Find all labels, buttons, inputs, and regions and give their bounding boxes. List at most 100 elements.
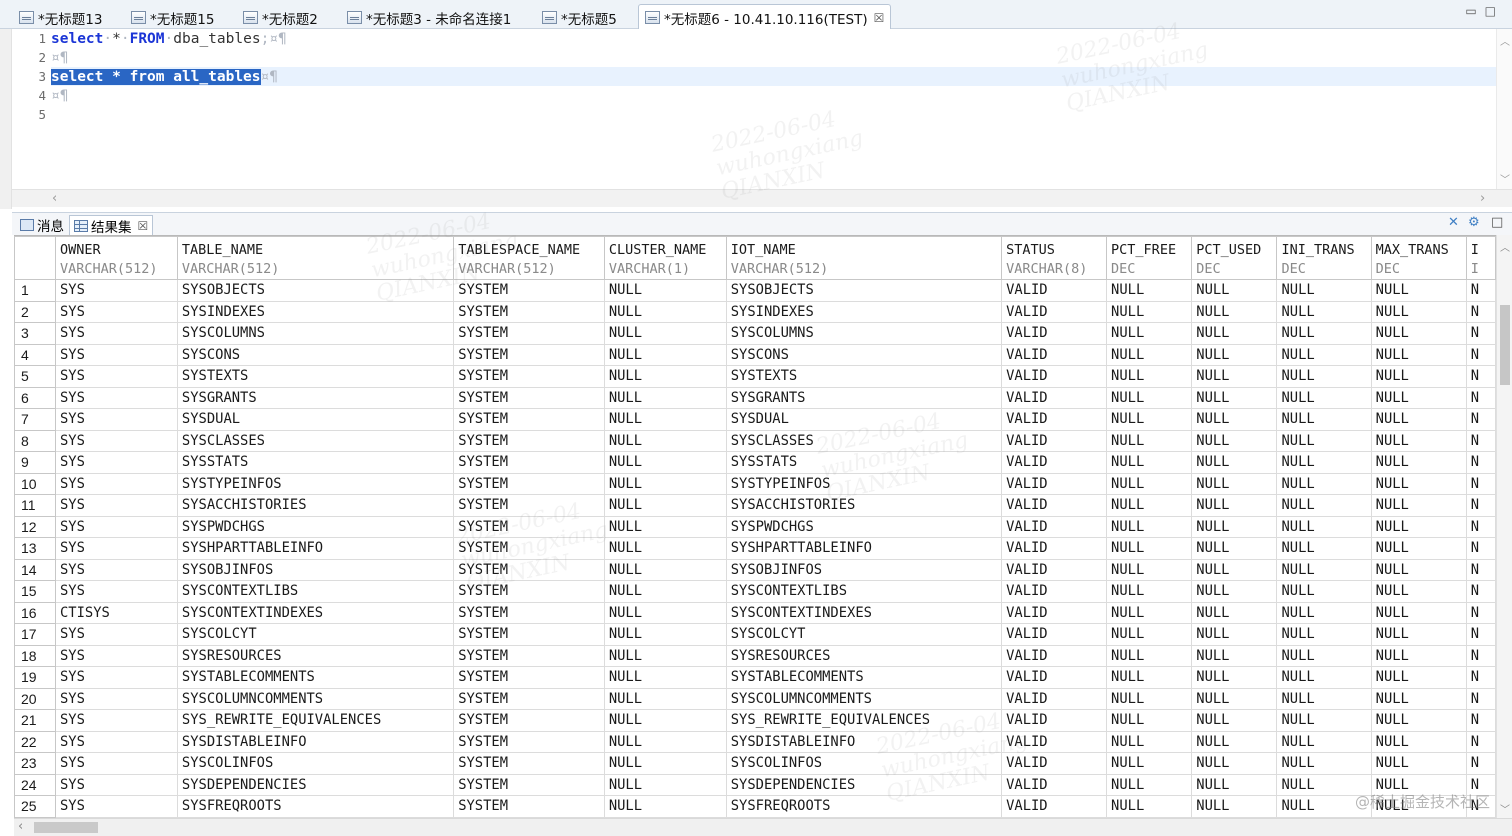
tab-untitled-5[interactable]: *无标题5: [535, 5, 624, 29]
table-cell[interactable]: NULL: [1370, 730, 1467, 753]
table-cell[interactable]: NULL: [603, 515, 727, 538]
table-cell[interactable]: NULL: [1276, 494, 1372, 517]
table-cell[interactable]: NULL: [1191, 580, 1278, 603]
table-cell[interactable]: NULL: [1106, 408, 1193, 431]
table-cell[interactable]: NULL: [603, 709, 727, 732]
table-cell[interactable]: SYSTEM: [453, 687, 605, 710]
editor-vertical-scrollbar[interactable]: ︿ ﹀: [1496, 29, 1512, 189]
editor-horizontal-scrollbar[interactable]: ‹ ›: [12, 189, 1512, 207]
table-cell[interactable]: NULL: [1370, 386, 1467, 409]
table-cell[interactable]: NULL: [603, 386, 727, 409]
table-cell[interactable]: NULL: [1106, 451, 1193, 474]
table-row[interactable]: 14 SYS SYSOBJINFOS SYSTEM NULL SYSOBJINFOS VAL…: [14, 558, 1496, 581]
table-cell[interactable]: SYSGRANTS: [725, 386, 1003, 409]
row-number[interactable]: 21: [14, 709, 56, 732]
row-number[interactable]: 4: [14, 343, 56, 366]
table-cell[interactable]: SYSFREQROOTS: [176, 795, 455, 818]
table-cell[interactable]: NULL: [1191, 429, 1278, 452]
row-number[interactable]: 9: [14, 451, 56, 474]
table-cell[interactable]: NULL: [1191, 408, 1278, 431]
table-cell[interactable]: SYSCONS: [725, 343, 1003, 366]
table-cell[interactable]: SYS: [54, 408, 178, 431]
row-number[interactable]: 13: [14, 537, 56, 560]
table-cell[interactable]: VALID: [1001, 709, 1108, 732]
table-row[interactable]: 10 SYS SYSTYPEINFOS SYSTEM NULL SYSTYPEINFOS V…: [14, 472, 1496, 495]
table-cell[interactable]: NULL: [1276, 365, 1372, 388]
column-header[interactable]: CLUSTER_NAME VARCHAR(1): [603, 236, 727, 280]
table-cell[interactable]: SYSHPARTTABLEINFO: [725, 537, 1003, 560]
column-header[interactable]: IOT_NAME VARCHAR(512): [725, 236, 1003, 280]
table-cell[interactable]: SYSTEM: [453, 709, 605, 732]
scroll-thumb[interactable]: [1500, 305, 1510, 385]
table-cell[interactable]: SYSTABLECOMMENTS: [725, 666, 1003, 689]
collapse-panel-icon[interactable]: ✕: [1448, 215, 1459, 230]
table-cell[interactable]: SYSTEM: [453, 601, 605, 624]
table-cell[interactable]: VALID: [1001, 343, 1108, 366]
table-cell[interactable]: SYSACCHISTORIES: [725, 494, 1003, 517]
table-cell[interactable]: SYS: [54, 623, 178, 646]
table-cell[interactable]: SYSDEPENDENCIES: [176, 773, 455, 796]
table-cell[interactable]: NULL: [603, 537, 727, 560]
table-cell[interactable]: NULL: [603, 644, 727, 667]
table-cell[interactable]: NULL: [1276, 386, 1372, 409]
table-cell[interactable]: NULL: [603, 365, 727, 388]
table-row[interactable]: 13 SYS SYSHPARTTABLEINFO SYSTEM NULL SYSHPART…: [14, 537, 1496, 560]
tab-untitled-6-active[interactable]: *无标题6 - 10.41.10.116(TEST) ☒: [638, 4, 892, 30]
table-cell[interactable]: NULL: [1106, 537, 1193, 560]
tab-untitled-15[interactable]: *无标题15: [124, 5, 221, 29]
table-cell[interactable]: NULL: [1191, 300, 1278, 323]
table-cell[interactable]: NULL: [1370, 537, 1467, 560]
row-number[interactable]: 3: [14, 322, 56, 345]
table-cell[interactable]: SYSTEM: [453, 494, 605, 517]
row-number[interactable]: 5: [14, 365, 56, 388]
table-row[interactable]: 2 SYS SYSINDEXES SYSTEM NULL SYSINDEXES VALID N…: [14, 300, 1496, 323]
table-row[interactable]: 17 SYS SYSCOLCYT SYSTEM NULL SYSCOLCYT VALID NU…: [14, 623, 1496, 646]
table-cell[interactable]: SYSTEM: [453, 343, 605, 366]
table-row[interactable]: 6 SYS SYSGRANTS SYSTEM NULL SYSGRANTS VALID NUL…: [14, 386, 1496, 409]
table-cell[interactable]: SYSCONTEXTLIBS: [725, 580, 1003, 603]
table-row[interactable]: 25 SYS SYSFREQROOTS SYSTEM NULL SYSFREQROOTS V…: [14, 795, 1496, 818]
table-cell[interactable]: NULL: [1191, 386, 1278, 409]
table-cell[interactable]: NULL: [1106, 709, 1193, 732]
table-cell[interactable]: NULL: [1191, 451, 1278, 474]
row-number[interactable]: 24: [14, 773, 56, 796]
table-cell[interactable]: N: [1465, 537, 1496, 560]
table-cell[interactable]: SYSTEM: [453, 429, 605, 452]
table-row[interactable]: 22 SYS SYSDISTABLEINFO SYSTEM NULL SYSDISTABL…: [14, 730, 1496, 753]
table-cell[interactable]: SYSDUAL: [725, 408, 1003, 431]
scroll-thumb[interactable]: [34, 822, 98, 833]
scroll-down-icon[interactable]: ﹀: [1500, 171, 1510, 186]
table-row[interactable]: 15 SYS SYSCONTEXTLIBS SYSTEM NULL SYSCONTEXTL…: [14, 580, 1496, 603]
table-cell[interactable]: NULL: [1276, 300, 1372, 323]
table-cell[interactable]: SYSDISTABLEINFO: [725, 730, 1003, 753]
table-cell[interactable]: NULL: [1370, 494, 1467, 517]
table-cell[interactable]: NULL: [603, 773, 727, 796]
table-cell[interactable]: NULL: [1106, 365, 1193, 388]
table-cell[interactable]: SYSSTATS: [176, 451, 455, 474]
row-number[interactable]: 20: [14, 687, 56, 710]
maximize-panel-icon[interactable]: □: [1491, 215, 1503, 230]
table-cell[interactable]: NULL: [603, 343, 727, 366]
table-cell[interactable]: SYSOBJINFOS: [725, 558, 1003, 581]
column-header[interactable]: II: [1465, 236, 1496, 280]
table-cell[interactable]: NULL: [1191, 558, 1278, 581]
table-cell[interactable]: NULL: [1370, 623, 1467, 646]
table-cell[interactable]: SYS: [54, 709, 178, 732]
row-number[interactable]: 7: [14, 408, 56, 431]
table-cell[interactable]: SYSRESOURCES: [176, 644, 455, 667]
table-cell[interactable]: NULL: [1276, 687, 1372, 710]
table-cell[interactable]: NULL: [1276, 451, 1372, 474]
row-number[interactable]: 6: [14, 386, 56, 409]
sql-editor[interactable]: [12, 29, 1496, 189]
table-cell[interactable]: NULL: [603, 795, 727, 818]
column-header[interactable]: TABLESPACE_NAME VARCHAR(512): [453, 236, 605, 280]
scroll-right-icon[interactable]: ›: [1480, 191, 1485, 206]
table-cell[interactable]: NULL: [1276, 279, 1372, 302]
table-cell[interactable]: NULL: [1191, 279, 1278, 302]
table-cell[interactable]: NULL: [1370, 558, 1467, 581]
table-cell[interactable]: NULL: [1191, 537, 1278, 560]
table-cell[interactable]: SYSPWDCHGS: [176, 515, 455, 538]
table-cell[interactable]: NULL: [1106, 472, 1193, 495]
table-cell[interactable]: NULL: [1191, 709, 1278, 732]
table-cell[interactable]: NULL: [603, 429, 727, 452]
